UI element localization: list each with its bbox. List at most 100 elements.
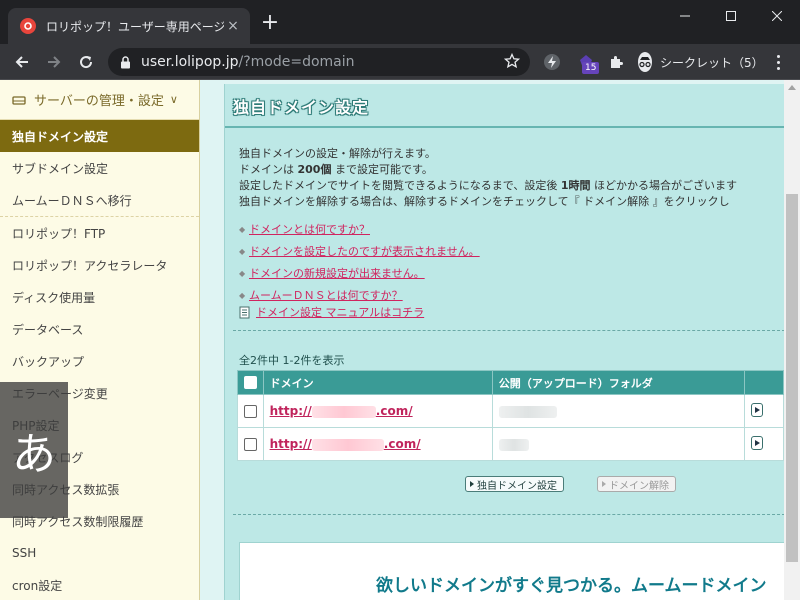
scroll-up-icon[interactable] <box>788 85 796 90</box>
bullet-icon: ◆ <box>239 224 246 234</box>
server-icon <box>12 94 26 106</box>
column-header-domain: ドメイン <box>262 370 493 395</box>
extension-lightning-icon[interactable] <box>542 52 562 72</box>
lolipop-favicon-icon <box>20 18 36 34</box>
play-icon[interactable] <box>750 402 763 417</box>
description-line: 設定したドメインでサイトを閲覧できるようになるまで、設定後 1時間 ほどかかる場… <box>239 179 737 192</box>
bookmark-star-icon[interactable] <box>503 52 521 73</box>
sidebar-item-custom-domain[interactable]: 独自ドメイン設定 <box>0 120 199 152</box>
remove-domain-button[interactable]: ドメイン解除 <box>597 476 676 492</box>
redacted-blur <box>498 405 557 418</box>
redacted-blur <box>311 438 384 451</box>
forward-button[interactable] <box>42 50 66 74</box>
sidebar-item-cron[interactable]: cron設定 <box>0 569 199 600</box>
sidebar: サーバーの管理・設定 ∨ 独自ドメイン設定 サブドメイン設定 ムームーＤＮＳへ移… <box>0 80 200 600</box>
sidebar-item-database[interactable]: データベース <box>0 313 199 345</box>
sidebar-item-disk-usage[interactable]: ディスク使用量 <box>0 281 199 313</box>
description-line: 独自ドメインの設定・解除が行えます。 <box>239 147 436 160</box>
action-cell <box>743 394 785 428</box>
folder-cell <box>491 394 745 428</box>
row-checkbox[interactable] <box>243 405 257 418</box>
new-tab-button[interactable]: + <box>258 12 282 36</box>
back-button[interactable] <box>10 50 34 74</box>
manual-row: ドメイン設定 マニュアルはコチラ <box>239 304 424 320</box>
browser-menu-icon[interactable] <box>770 52 786 72</box>
tab-close-icon[interactable]: × <box>224 18 242 34</box>
folder-cell <box>491 427 745 461</box>
divider <box>233 330 785 331</box>
close-icon <box>772 11 782 21</box>
maximize-button[interactable] <box>708 0 754 32</box>
description: 独自ドメインの設定・解除が行えます。 ドメインは 200個 まで設定可能です。 … <box>239 146 737 210</box>
sidebar-item-ssh[interactable]: SSH <box>0 537 199 569</box>
table-row: http://.com/ <box>237 394 785 428</box>
row-checkbox-cell <box>237 394 264 428</box>
extension-badge: 15 <box>582 62 600 74</box>
extensions-puzzle-icon[interactable] <box>606 52 626 72</box>
minimize-button[interactable] <box>662 0 708 32</box>
scrollbar-thumb[interactable] <box>786 194 798 562</box>
address-bar[interactable]: user.lolipop.jp/?mode=domain <box>108 48 530 76</box>
arrow-left-icon <box>15 56 28 68</box>
tab-title: ロリポップ！ユーザー専用ページ - 独自 <box>46 19 224 34</box>
lock-icon[interactable] <box>120 55 131 69</box>
promo-text: 欲しいドメインがすぐ見つかる。ムームードメイン <box>376 576 767 596</box>
faq-link[interactable]: ドメインとは何ですか？ <box>249 221 370 237</box>
close-window-button[interactable] <box>754 0 800 32</box>
column-header-folder: 公開（アップロード）フォルダ <box>491 370 745 395</box>
ime-indicator: あ <box>0 382 68 518</box>
faq-link[interactable]: ドメインを設定したのですが表示されません。 <box>249 243 480 259</box>
tab-strip: ロリポップ！ユーザー専用ページ - 独自 × + <box>0 0 800 44</box>
document-icon <box>239 306 250 319</box>
table-row: http://.com/ <box>237 427 785 461</box>
sidebar-item-subdomain[interactable]: サブドメイン設定 <box>0 152 199 184</box>
result-count: 全2件中 1-2件を表示 <box>239 354 345 367</box>
sidebar-item-accelerator[interactable]: ロリポップ！アクセラレータ <box>0 249 199 281</box>
column-header-action <box>743 370 785 395</box>
action-cell <box>743 427 785 461</box>
triangle-right-icon <box>602 481 606 487</box>
main-area: 独自ドメイン設定 独自ドメインの設定・解除が行えます。 ドメインは 200個 ま… <box>200 80 800 600</box>
page-title: 独自ドメイン設定 <box>233 98 370 117</box>
row-checkbox-cell <box>237 427 264 461</box>
incognito-label: シークレット（5） <box>660 55 764 70</box>
promo-banner[interactable]: 欲しいドメインがすぐ見つかる。ムームードメイン <box>239 542 785 600</box>
domain-cell: http://.com/ <box>262 394 493 428</box>
add-domain-button[interactable]: 独自ドメイン設定 <box>465 476 564 492</box>
redacted-blur <box>311 405 376 418</box>
play-icon[interactable] <box>750 435 763 450</box>
domain-link[interactable]: http://.com/ <box>270 437 421 451</box>
bullet-icon: ◆ <box>239 246 246 256</box>
page-content: サーバーの管理・設定 ∨ 独自ドメイン設定 サブドメイン設定 ムームーＤＮＳへ移… <box>0 80 800 600</box>
sidebar-item-ftp[interactable]: ロリポップ！FTP <box>0 217 199 249</box>
incognito-button[interactable]: シークレット（5） <box>634 48 764 76</box>
sidebar-section-title: サーバーの管理・設定 <box>34 94 164 109</box>
domain-link[interactable]: http://.com/ <box>270 404 413 418</box>
chevron-down-icon: ∨ <box>169 93 178 106</box>
maximize-icon <box>726 11 736 21</box>
sidebar-section-header[interactable]: サーバーの管理・設定 ∨ <box>0 80 199 120</box>
faq-link[interactable]: ドメインの新規設定が出来ません。 <box>249 265 425 281</box>
sidebar-item-muumuu-dns[interactable]: ムームーＤＮＳへ移行 <box>0 184 199 216</box>
browser-tab-active[interactable]: ロリポップ！ユーザー専用ページ - 独自 × <box>8 8 250 44</box>
divider <box>233 514 785 515</box>
manual-link[interactable]: ドメイン設定 マニュアルはコチラ <box>256 304 424 320</box>
triangle-right-icon <box>470 481 474 487</box>
table-header-row: ドメイン 公開（アップロード）フォルダ <box>237 370 785 395</box>
url-path: /?mode=domain <box>238 54 355 70</box>
vertical-scrollbar[interactable] <box>784 80 800 600</box>
domain-panel: 独自ドメイン設定 独自ドメインの設定・解除が行えます。 ドメインは 200個 ま… <box>224 84 785 600</box>
row-checkbox[interactable] <box>243 438 257 451</box>
faq-link[interactable]: ムームーＤＮＳとは何ですか？ <box>249 287 403 303</box>
arrow-right-icon <box>48 56 61 68</box>
bullet-icon: ◆ <box>239 268 246 278</box>
domain-cell: http://.com/ <box>262 427 493 461</box>
sidebar-item-backup[interactable]: バックアップ <box>0 345 199 377</box>
panel-header: 独自ドメイン設定 <box>225 84 785 128</box>
reload-button[interactable] <box>74 50 98 74</box>
reload-icon <box>80 56 93 69</box>
url-host: user.lolipop.jp <box>141 54 239 70</box>
incognito-icon <box>638 52 652 72</box>
description-line: ドメインは 200個 まで設定可能です。 <box>239 163 433 176</box>
select-all-checkbox[interactable] <box>243 376 257 390</box>
